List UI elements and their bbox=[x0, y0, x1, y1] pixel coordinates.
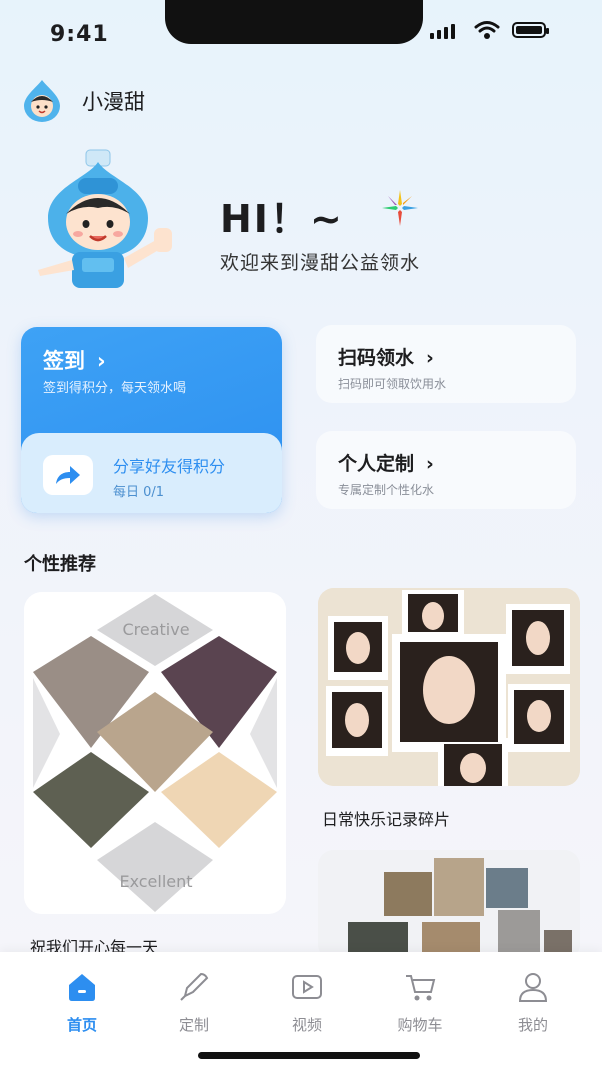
collage-label-top: Creative bbox=[122, 620, 190, 639]
recommend-card-collage[interactable]: Creative Excellent bbox=[24, 592, 286, 914]
tab-label: 购物车 bbox=[397, 1016, 443, 1034]
custom-title: 个人定制 › bbox=[338, 453, 434, 475]
video-icon bbox=[292, 975, 322, 999]
share-title: 分享好友得积分 bbox=[113, 457, 226, 476]
scan-water-card[interactable]: 扫码领水 › 扫码即可领取饮用水 bbox=[316, 325, 576, 403]
greeting-text: HI！~ bbox=[220, 197, 344, 241]
photos-image bbox=[318, 850, 580, 960]
collage-image bbox=[24, 592, 286, 914]
chevron-right-icon: › bbox=[426, 453, 434, 475]
scan-title: 扫码领水 › bbox=[338, 347, 434, 369]
battery-icon bbox=[512, 22, 549, 38]
chevron-right-icon: › bbox=[426, 347, 434, 369]
tab-label: 视频 bbox=[291, 1016, 322, 1034]
chevron-right-icon: › bbox=[97, 349, 106, 373]
user-icon bbox=[518, 973, 548, 1002]
tab-home[interactable]: 首页 bbox=[42, 970, 122, 1035]
scan-subtitle: 扫码即可领取饮用水 bbox=[338, 377, 447, 391]
tab-cart[interactable]: 购物车 bbox=[380, 970, 460, 1035]
mascot-illustration bbox=[38, 149, 172, 288]
collage-label-bottom: Excellent bbox=[119, 872, 193, 891]
home-icon bbox=[69, 974, 95, 1001]
tab-video[interactable]: 视频 bbox=[267, 970, 347, 1035]
home-indicator bbox=[198, 1052, 420, 1059]
welcome-text: 欢迎来到漫甜公益领水 bbox=[220, 252, 421, 274]
tab-label: 我的 bbox=[517, 1016, 548, 1034]
section-title: 个性推荐 bbox=[24, 554, 96, 575]
share-friends-button[interactable]: 分享好友得积分 每日 0/1 bbox=[21, 433, 282, 513]
signin-subtitle: 签到得积分，每天领水喝 bbox=[43, 381, 187, 396]
sparkle-icon bbox=[382, 190, 418, 226]
personal-custom-card[interactable]: 个人定制 › 专属定制个性化水 bbox=[316, 431, 576, 509]
signin-title: 签到 › bbox=[43, 349, 106, 373]
cart-icon bbox=[406, 975, 436, 1001]
device-notch bbox=[165, 0, 423, 44]
signin-card[interactable]: 签到 › 签到得积分，每天领水喝 分享好友得积分 每日 0/1 bbox=[21, 327, 282, 513]
pen-icon bbox=[180, 972, 209, 1001]
brand-name: 小漫甜 bbox=[82, 90, 145, 114]
portraits-image bbox=[318, 588, 580, 786]
recommend-card-photos[interactable] bbox=[318, 850, 580, 960]
app-logo-icon bbox=[24, 80, 60, 122]
tab-profile[interactable]: 我的 bbox=[493, 970, 573, 1035]
custom-subtitle: 专属定制个性化水 bbox=[338, 483, 435, 497]
cellular-signal-icon bbox=[430, 24, 455, 39]
tab-label: 首页 bbox=[66, 1016, 97, 1034]
wifi-icon bbox=[474, 21, 500, 39]
status-time: 9:41 bbox=[50, 22, 109, 47]
tab-label: 定制 bbox=[178, 1016, 209, 1034]
tab-custom[interactable]: 定制 bbox=[154, 970, 234, 1035]
recommend-caption-2: 日常快乐记录碎片 bbox=[322, 810, 451, 829]
share-icon bbox=[43, 455, 93, 495]
share-daily-count: 每日 0/1 bbox=[113, 485, 165, 500]
recommend-card-portraits[interactable] bbox=[318, 588, 580, 786]
